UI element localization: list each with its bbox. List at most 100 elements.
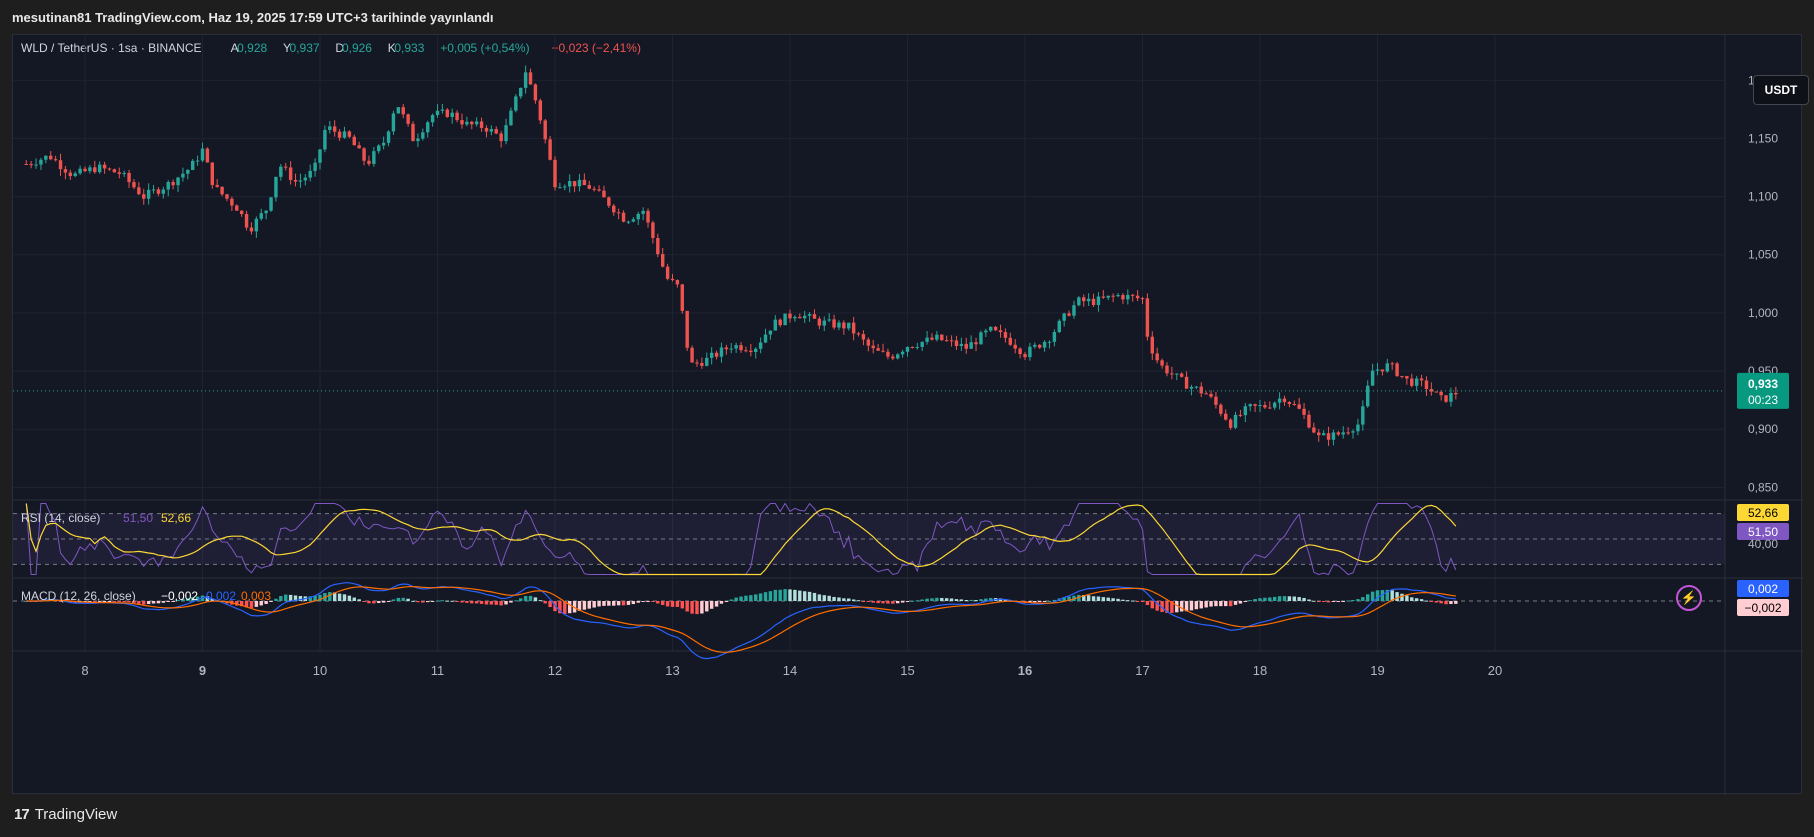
- candle-body: [690, 347, 694, 363]
- macd-histogram-bar: [509, 601, 513, 603]
- macd-histogram-bar: [377, 601, 381, 604]
- candle-body: [479, 121, 484, 128]
- macd-histogram-bar: [783, 589, 787, 601]
- macd-histogram-bar: [1179, 601, 1184, 612]
- macd-histogram-bar: [567, 601, 572, 614]
- macd-histogram-bar: [538, 600, 543, 602]
- macd-histogram-bar: [744, 595, 748, 601]
- macd-histogram-bar: [817, 594, 822, 601]
- candle-body: [773, 319, 778, 331]
- candle-body: [514, 96, 518, 111]
- candle-body: [1385, 363, 1390, 372]
- publisher-line: mesutinan81 TradingView.com, Haz 19, 202…: [12, 10, 494, 25]
- macd-value: −0,002: [161, 589, 198, 603]
- macd-histogram-bar: [920, 599, 924, 601]
- candle-body: [1170, 373, 1174, 375]
- macd-histogram-bar: [714, 601, 719, 607]
- macd-histogram-bar: [930, 598, 934, 601]
- candle-body: [1268, 407, 1272, 409]
- candle-body: [651, 222, 655, 239]
- candle-body: [1175, 373, 1179, 375]
- candle-body: [612, 205, 616, 213]
- candle-body: [264, 210, 268, 214]
- macd-histogram-bar: [1292, 596, 1296, 601]
- candle-body: [695, 362, 699, 364]
- candle-body: [484, 127, 489, 132]
- macd-histogram-bar: [425, 601, 430, 603]
- candle-body: [915, 346, 920, 348]
- macd-histogram-bar: [592, 601, 596, 608]
- candle-body: [1224, 413, 1228, 420]
- candle-body: [631, 219, 636, 222]
- macd-histogram-bar: [621, 601, 626, 606]
- candle-body: [734, 345, 738, 349]
- footer-brand: TradingView: [34, 806, 118, 823]
- candle-body: [1370, 370, 1375, 386]
- candle-body: [1302, 408, 1306, 415]
- macd-histogram-bar: [1419, 599, 1424, 601]
- candle-body: [851, 322, 856, 334]
- macd-histogram-bar: [719, 601, 724, 604]
- candle-body: [269, 197, 273, 211]
- candle-body: [1307, 414, 1311, 428]
- candle-body: [1395, 363, 1399, 376]
- candle-body: [656, 238, 660, 255]
- candle-body: [993, 326, 998, 331]
- candle-body: [607, 197, 611, 206]
- macd-histogram-bar: [1331, 601, 1336, 602]
- price-axis: 1,2001,1501,1001,0501,0000,9500,9000,850…: [1737, 73, 1789, 494]
- candle-body: [709, 352, 714, 358]
- rsi-label: RSI (14, close): [21, 511, 100, 525]
- macd-histogram-bar: [724, 601, 729, 602]
- candle-body: [802, 315, 807, 319]
- candle-body: [435, 110, 440, 116]
- candle-body: [749, 350, 753, 353]
- macd-histogram-bar: [1214, 601, 1218, 607]
- footer-logo[interactable]: 17 TradingView: [14, 806, 117, 823]
- macd-histogram-bar: [871, 601, 875, 603]
- candle-body: [225, 194, 229, 199]
- macd-histogram-bar: [1424, 600, 1429, 602]
- candle-body: [474, 121, 479, 125]
- macd-histogram-bar: [1326, 601, 1331, 603]
- macd-histogram-bar: [396, 597, 401, 601]
- macd-histogram-bar: [1321, 601, 1326, 602]
- candle-body: [1062, 313, 1066, 321]
- macd-histogram-bar: [1336, 601, 1341, 602]
- candle-body: [670, 278, 675, 281]
- macd-histogram-bar: [1272, 596, 1277, 601]
- macd-histogram-bar: [949, 598, 954, 601]
- macd-histogram-bar: [1219, 601, 1223, 607]
- macd-histogram-bar: [1370, 591, 1375, 601]
- candle-body: [602, 190, 606, 198]
- candle-body: [626, 221, 631, 223]
- candle-body: [337, 131, 342, 138]
- macd-histogram-bar: [881, 601, 885, 604]
- chart-canvas[interactable]: WLD / TetherUS · 1sa · BINANCE A0,928 Y0…: [13, 35, 1803, 795]
- candle-body: [122, 172, 126, 174]
- macd-histogram-bar: [675, 601, 680, 607]
- macd-histogram-bar: [342, 594, 347, 601]
- macd-histogram-bar: [416, 601, 420, 603]
- macd-histogram-bar: [337, 593, 342, 601]
- candle-body: [680, 284, 685, 311]
- candle-body: [1130, 294, 1135, 296]
- macd-histogram-bar: [1365, 594, 1370, 601]
- time-tick-label: 14: [783, 663, 797, 678]
- candle-body: [332, 126, 337, 132]
- lightning-icon[interactable]: ⚡: [1676, 585, 1702, 611]
- candle-body: [812, 314, 817, 319]
- candle-body: [1331, 432, 1336, 440]
- candle-body: [758, 342, 763, 349]
- candle-body: [1454, 392, 1458, 395]
- currency-button[interactable]: USDT: [1753, 75, 1809, 105]
- candle-body: [416, 138, 420, 142]
- candle-body: [53, 159, 58, 161]
- macd-histogram-bar: [1037, 601, 1042, 603]
- candle-body: [724, 347, 729, 350]
- macd-histogram-bar: [1130, 600, 1135, 602]
- candle-body: [538, 100, 543, 121]
- candle-body: [284, 166, 288, 168]
- candle-body: [176, 177, 180, 186]
- candle-body: [1219, 404, 1223, 414]
